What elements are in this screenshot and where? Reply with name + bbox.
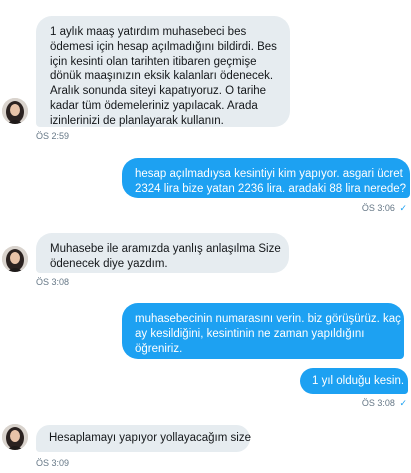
message-line: ay kesildiğini, kesintinin ne zaman yapı… bbox=[135, 327, 365, 340]
message-line: kadar tüm ödemeleriniz yapılacak. Arada bbox=[50, 99, 258, 112]
avatar[interactable] bbox=[2, 246, 28, 272]
message-meta: ÖS 3:06 ✓ bbox=[362, 203, 407, 214]
message-line: öğreniriz. bbox=[135, 342, 183, 355]
read-check-icon: ✓ bbox=[399, 203, 407, 213]
message-line: muhasebecinin numarasını verin. biz görü… bbox=[135, 313, 401, 325]
message-bubble-outgoing[interactable]: muhasebecinin numarasını verin. biz görü… bbox=[122, 303, 404, 359]
message-bubble-outgoing[interactable]: hesap açılmadıysa kesintiyi kim yapıyor.… bbox=[122, 158, 410, 198]
message-line: Hesaplamayı yapıyor yollayacağım size bbox=[49, 432, 251, 444]
avatar[interactable] bbox=[2, 98, 28, 124]
message-line: 1 aylık maaş yatırdım muhasebeci bes bbox=[50, 26, 247, 38]
message-line: Aralık sonunda siteyi kapatıyoruz. O tar… bbox=[50, 85, 267, 98]
message-line: ödenecek diye yazdım. bbox=[50, 257, 168, 270]
timestamp: ÖS 3:08 bbox=[36, 277, 70, 287]
message-bubble-incoming[interactable]: Muhasebe ile aramızda yanlış anlaşılma S… bbox=[36, 233, 289, 273]
message-bubble-incoming[interactable]: 1 aylık maaş yatırdım muhasebeci bes öde… bbox=[36, 16, 290, 127]
message-bubble-outgoing[interactable]: 1 yıl olduğu kesin. bbox=[300, 368, 408, 394]
message-line: hesap açılmadıysa kesintiyi kim yapıyor.… bbox=[135, 168, 403, 180]
timestamp: ÖS 2:59 bbox=[36, 131, 70, 141]
message-line: ödemesi için hesap açılmadığını bildirdi… bbox=[50, 40, 277, 53]
message-line: dönük maaşınızın eksik kalanları ödenece… bbox=[50, 70, 274, 83]
avatar[interactable] bbox=[2, 424, 28, 450]
message-line: için kesinti olan tarihten itibaren geçm… bbox=[50, 55, 257, 68]
message-line: izinlerinizi de planlayarak kullanın. bbox=[50, 114, 224, 127]
message-line: Muhasebe ile aramızda yanlış anlaşılma S… bbox=[50, 243, 281, 255]
message-line: 1 yıl olduğu kesin. bbox=[312, 375, 405, 387]
timestamp: ÖS 3:06 bbox=[361, 203, 395, 213]
timestamp: ÖS 3:08 bbox=[361, 398, 395, 408]
message-meta: ÖS 3:08 ✓ bbox=[362, 398, 407, 409]
message-line: 2324 lira bize yatan 2236 lira. aradaki … bbox=[135, 182, 407, 195]
message-bubble-incoming[interactable]: Hesaplamayı yapıyor yollayacağım size bbox=[36, 425, 251, 452]
read-check-icon: ✓ bbox=[399, 398, 407, 408]
timestamp: ÖS 3:09 bbox=[36, 458, 70, 468]
